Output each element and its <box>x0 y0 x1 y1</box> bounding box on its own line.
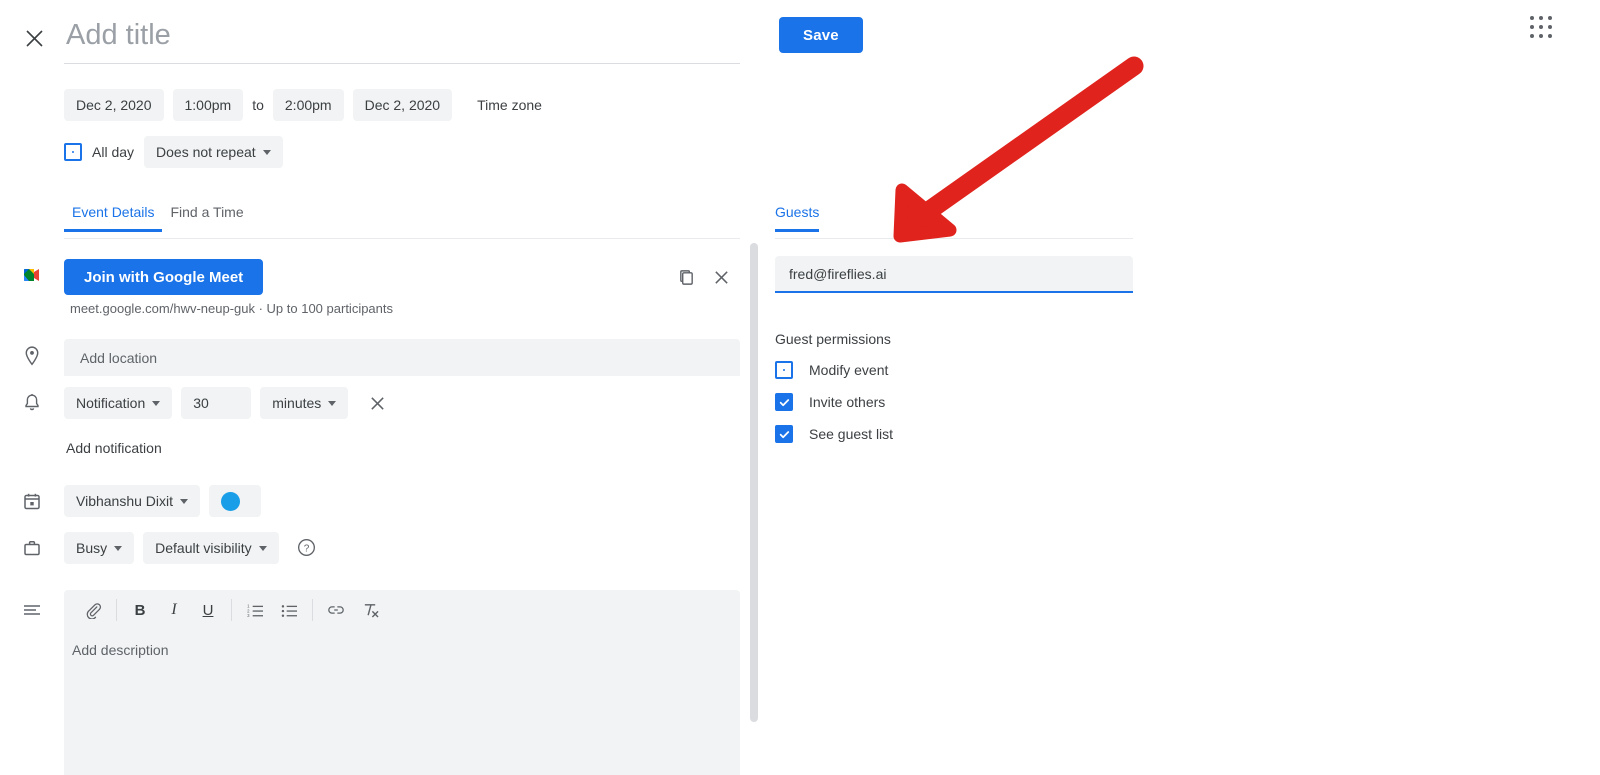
remove-notification-button[interactable] <box>365 391 389 415</box>
close-icon <box>714 270 728 284</box>
calendar-row: Vibhanshu Dixit <box>64 485 262 517</box>
bold-icon[interactable]: B <box>123 593 157 627</box>
briefcase-icon <box>20 536 44 560</box>
help-circle-icon[interactable]: ? <box>296 537 318 559</box>
guests-input[interactable] <box>775 256 1133 293</box>
start-date-chip[interactable]: Dec 2, 2020 <box>64 89 164 121</box>
color-swatch-icon <box>221 491 241 511</box>
toolbar-divider <box>312 599 313 621</box>
link-icon[interactable] <box>319 593 353 627</box>
permission-label: Invite others <box>809 394 886 410</box>
all-day-row: All day Does not repeat <box>64 136 283 168</box>
description-editor: B I U 1 2 3 Add description <box>64 590 740 775</box>
description-lines-icon <box>20 598 44 622</box>
end-date-chip[interactable]: Dec 2, 2020 <box>352 89 453 121</box>
chevron-down-icon <box>258 545 267 551</box>
schedule-row: Dec 2, 2020 1:00pm to 2:00pm Dec 2, 2020… <box>64 89 542 121</box>
chevron-down-icon <box>180 498 189 504</box>
location-pin-icon <box>20 344 44 368</box>
start-time-chip[interactable]: 1:00pm <box>172 89 244 121</box>
chevron-down-icon <box>262 149 271 155</box>
underline-icon[interactable]: U <box>191 593 225 627</box>
calendar-owner-dropdown[interactable]: Vibhanshu Dixit <box>64 485 201 517</box>
notification-unit-dropdown[interactable]: minutes <box>260 387 349 419</box>
notification-type-label: Notification <box>76 395 146 411</box>
svg-text:?: ? <box>303 544 309 555</box>
permission-invite-others[interactable]: Invite others <box>775 393 885 411</box>
visibility-dropdown[interactable]: Default visibility <box>143 532 279 564</box>
permission-modify-event[interactable]: Modify event <box>775 361 888 379</box>
timezone-button[interactable]: Time zone <box>477 97 542 113</box>
chevron-down-icon <box>328 400 337 406</box>
guest-permissions-title: Guest permissions <box>775 331 891 347</box>
repeat-label: Does not repeat <box>156 144 256 160</box>
check-icon <box>779 398 789 406</box>
bulleted-list-icon[interactable] <box>272 593 306 627</box>
close-editor-button[interactable] <box>20 24 48 52</box>
description-toolbar: B I U 1 2 3 <box>64 590 740 630</box>
google-meet-icon <box>20 263 44 287</box>
apps-grid-icon[interactable] <box>1530 16 1554 40</box>
svg-text:3: 3 <box>247 613 250 618</box>
join-google-meet-button[interactable]: Join with Google Meet <box>64 259 264 295</box>
permission-label: Modify event <box>809 362 889 378</box>
tabs-divider <box>64 238 740 239</box>
scrollbar-thumb[interactable] <box>750 243 758 722</box>
all-day-checkbox[interactable] <box>64 143 82 161</box>
permission-label: See guest list <box>809 426 894 442</box>
event-editor-window: Save Dec 2, 2020 1:00pm to 2:00pm Dec 2,… <box>0 0 1600 775</box>
to-label: to <box>252 97 264 113</box>
calendar-owner-label: Vibhanshu Dixit <box>76 493 174 509</box>
editor-tabs: Event Details Find a Time <box>64 204 252 232</box>
visibility-label: Default visibility <box>155 540 252 556</box>
notification-row: Notification minutes <box>64 387 389 419</box>
event-title-input[interactable] <box>64 14 740 64</box>
italic-icon[interactable]: I <box>157 593 191 627</box>
save-button[interactable]: Save <box>779 17 863 53</box>
notification-type-dropdown[interactable]: Notification <box>64 387 173 419</box>
attach-icon[interactable] <box>76 593 110 627</box>
tab-event-details[interactable]: Event Details <box>64 204 163 232</box>
busy-dropdown[interactable]: Busy <box>64 532 135 564</box>
add-notification-button[interactable]: Add notification <box>66 440 162 456</box>
busy-label: Busy <box>76 540 108 556</box>
copy-icon <box>679 269 693 285</box>
availability-row: Busy Default visibility ? <box>64 532 318 564</box>
guests-tab-divider <box>775 238 1133 239</box>
remove-conferencing-button[interactable] <box>709 265 733 289</box>
annotation-arrow <box>893 56 1144 243</box>
clear-formatting-icon[interactable] <box>353 593 387 627</box>
see-guest-list-checkbox[interactable] <box>775 425 793 443</box>
invite-others-checkbox[interactable] <box>775 393 793 411</box>
bell-icon <box>20 391 44 415</box>
toolbar-divider <box>116 599 117 621</box>
numbered-list-icon[interactable]: 1 2 3 <box>238 593 272 627</box>
all-day-label: All day <box>92 144 135 160</box>
permission-see-guest-list[interactable]: See guest list <box>775 425 893 443</box>
notification-unit-label: minutes <box>272 395 322 411</box>
event-color-dropdown[interactable] <box>209 485 262 517</box>
calendar-icon <box>20 489 44 513</box>
details-scrollbar[interactable] <box>748 243 760 722</box>
tab-guests[interactable]: Guests <box>775 204 823 232</box>
end-time-chip[interactable]: 2:00pm <box>272 89 344 121</box>
modify-event-checkbox[interactable] <box>775 361 793 379</box>
repeat-dropdown[interactable]: Does not repeat <box>144 136 283 168</box>
close-icon <box>371 396 384 410</box>
toolbar-divider <box>231 599 232 621</box>
chevron-down-icon <box>152 400 161 406</box>
meet-link-details: meet.google.com/hwv-neup-guk · Up to 100… <box>70 301 394 316</box>
close-icon <box>25 29 43 47</box>
tab-find-a-time[interactable]: Find a Time <box>162 204 251 232</box>
notification-amount-input[interactable] <box>181 387 252 419</box>
description-placeholder[interactable]: Add description <box>72 642 169 658</box>
copy-meet-link-button[interactable] <box>674 265 698 289</box>
chevron-down-icon <box>114 545 123 551</box>
location-input[interactable] <box>64 339 740 376</box>
event-details-pane: Join with Google Meet meet.google.com/hw… <box>0 243 748 775</box>
check-icon <box>779 430 789 438</box>
